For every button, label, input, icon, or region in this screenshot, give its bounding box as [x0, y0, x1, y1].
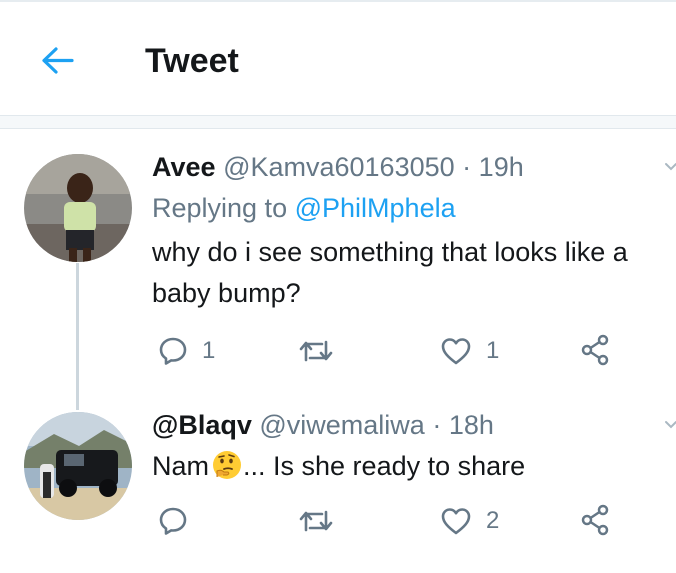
replying-to: Replying to @PhilMphela	[152, 193, 456, 224]
chevron-down-icon[interactable]	[664, 160, 676, 174]
tweet-header: Avee @Kamva60163050 · 19h	[152, 152, 524, 183]
retweet-icon	[299, 340, 333, 362]
arrow-left-icon	[42, 47, 74, 74]
timestamp[interactable]: 18h	[449, 410, 494, 440]
share-icon	[581, 334, 609, 366]
tweet-header: @Blaqv @viwemaliwa · 18h	[152, 410, 494, 441]
comment-icon	[159, 337, 187, 365]
display-name[interactable]: Avee	[152, 152, 216, 182]
thinking-face-emoji	[213, 451, 242, 479]
tweet-text: why do i see something that looks like a…	[152, 237, 628, 308]
comment-icon	[159, 507, 187, 535]
reply-count: 1	[202, 337, 216, 364]
section-gap	[0, 116, 676, 128]
share-button[interactable]	[580, 334, 610, 366]
tweet-text-end: ... Is she ready to share	[243, 451, 526, 481]
like-count: 2	[486, 507, 500, 534]
like-button[interactable]: 2	[440, 506, 499, 536]
like-button[interactable]: 1	[440, 336, 499, 366]
separator-dot: ·	[432, 410, 442, 440]
heart-icon	[441, 338, 471, 365]
avatar[interactable]	[24, 154, 132, 262]
chevron-down-icon[interactable]	[664, 418, 676, 432]
thread-connector-line	[76, 263, 79, 410]
app-header: Tweet	[0, 2, 676, 114]
timestamp[interactable]: 19h	[479, 152, 524, 182]
section-divider	[0, 128, 676, 129]
tweet-text: Nam ... Is she ready to share	[152, 446, 676, 487]
tweet-text-start: Nam	[152, 451, 210, 481]
mention-link[interactable]: @PhilMphela	[295, 193, 456, 223]
retweet-button[interactable]	[298, 506, 348, 536]
reply-button[interactable]: 1	[158, 336, 215, 366]
like-count: 1	[486, 337, 500, 364]
separator-dot: ·	[462, 152, 472, 182]
share-icon	[581, 504, 609, 536]
user-handle[interactable]: @Kamva60163050	[223, 152, 455, 182]
heart-icon	[441, 508, 471, 535]
display-name[interactable]: @Blaqv	[152, 410, 252, 440]
back-button[interactable]	[36, 42, 76, 82]
avatar[interactable]	[24, 412, 132, 520]
page-title: Tweet	[145, 42, 239, 80]
retweet-icon	[299, 510, 333, 532]
replying-to-label: Replying to	[152, 193, 288, 223]
reply-button[interactable]	[158, 506, 202, 536]
user-handle[interactable]: @viwemaliwa	[259, 410, 424, 440]
retweet-button[interactable]	[298, 336, 348, 366]
share-button[interactable]	[580, 504, 610, 536]
